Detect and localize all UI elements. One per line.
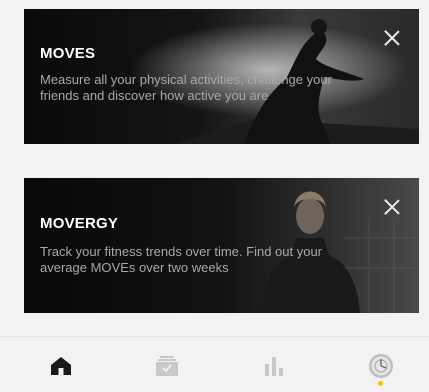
watch-icon[interactable]: [366, 351, 396, 381]
bar-chart-icon[interactable]: [259, 351, 289, 381]
movergy-card[interactable]: MOVERGY Track your fitness trends over t…: [24, 178, 419, 313]
card-description: Track your fitness trends over time. Fin…: [40, 244, 323, 275]
moves-card[interactable]: MOVES Measure all your physical activiti…: [24, 9, 419, 144]
card-description: Measure all your physical activities, ch…: [40, 72, 332, 103]
home-icon[interactable]: [46, 351, 76, 381]
bottom-navigation: [0, 336, 429, 392]
active-indicator: [378, 381, 383, 386]
close-icon[interactable]: [383, 29, 401, 47]
card-title: MOVERGY: [40, 215, 119, 232]
card-title: MOVES: [40, 45, 96, 62]
close-icon[interactable]: [383, 198, 401, 216]
inbox-icon[interactable]: [152, 351, 182, 381]
